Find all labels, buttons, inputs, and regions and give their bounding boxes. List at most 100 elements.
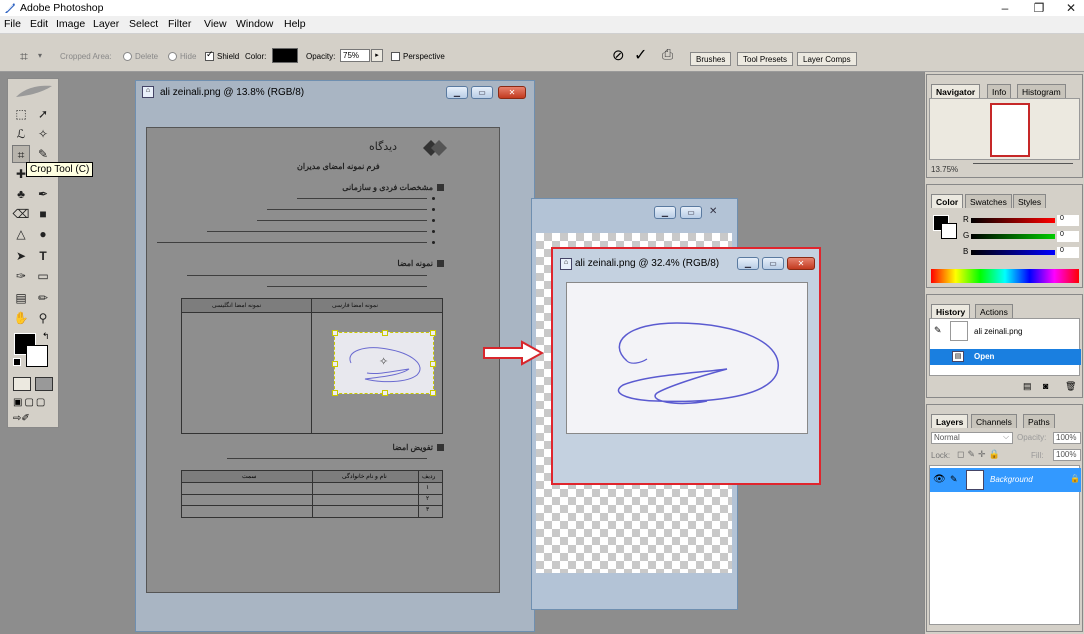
crop-handle[interactable] bbox=[382, 330, 388, 336]
notes-tool-icon[interactable]: ▤ bbox=[12, 289, 30, 307]
zoom-slider[interactable] bbox=[973, 163, 1073, 173]
info-tab[interactable]: Info bbox=[987, 84, 1012, 98]
navigator-view-box[interactable] bbox=[990, 103, 1030, 157]
crop-handle[interactable] bbox=[382, 390, 388, 396]
history-snapshot[interactable]: ali zeinali.png bbox=[974, 327, 1022, 336]
menu-view[interactable]: View bbox=[204, 18, 227, 30]
maximize-button[interactable]: ❐ bbox=[1024, 0, 1054, 16]
history-step-row[interactable]: ▤ Open bbox=[930, 349, 1081, 365]
menu-filter[interactable]: Filter bbox=[168, 18, 191, 30]
opacity-arrow-icon[interactable]: ▸ bbox=[371, 49, 383, 62]
layer-name[interactable]: Background bbox=[990, 475, 1033, 484]
standard-mode-icon[interactable] bbox=[13, 377, 31, 391]
clone-stamp-tool-icon[interactable]: ♣ bbox=[12, 185, 30, 203]
crop-handle[interactable] bbox=[332, 330, 338, 336]
move-tool-icon[interactable]: ➚ bbox=[34, 105, 52, 123]
pen-tool-icon[interactable]: ✑ bbox=[12, 267, 30, 285]
menu-layer[interactable]: Layer bbox=[93, 18, 119, 30]
perspective-checkbox[interactable] bbox=[391, 52, 400, 61]
bg-minimize-button[interactable]: ▁ bbox=[654, 206, 676, 219]
crop-minimize-button[interactable]: ▁ bbox=[737, 257, 759, 270]
main-window-titlebar[interactable]: ⌂ ali zeinali.png @ 13.8% (RGB/8) ▁ ▭ ✕ bbox=[136, 81, 534, 105]
document-canvas[interactable]: دیدگاه فرم نمونه امضای مدیران مشخصات فرد… bbox=[146, 127, 500, 593]
layer-row-background[interactable]: 👁 ✎ Background 🔒 bbox=[930, 468, 1081, 492]
crop-handle[interactable] bbox=[430, 330, 436, 336]
bg-maximize-button[interactable]: ▭ bbox=[680, 206, 702, 219]
cropped-document-window[interactable]: ⌂ ali zeinali.png @ 32.4% (RGB/8) ▁ ▭ ✕ bbox=[551, 247, 821, 485]
history-brush-tool-icon[interactable]: ✒ bbox=[34, 185, 52, 203]
swatches-tab[interactable]: Swatches bbox=[965, 194, 1012, 208]
actions-tab[interactable]: Actions bbox=[975, 304, 1013, 318]
eyedropper-tool-icon[interactable]: ✏ bbox=[34, 289, 52, 307]
type-tool-icon[interactable]: T bbox=[34, 247, 52, 265]
navigator-zoom[interactable]: 13.75% bbox=[931, 165, 958, 174]
shield-color-swatch[interactable] bbox=[272, 48, 298, 63]
channels-tab[interactable]: Channels bbox=[971, 414, 1017, 428]
gradient-tool-icon[interactable]: ■ bbox=[34, 205, 52, 223]
blend-dropdown-icon[interactable]: ⌵ bbox=[1003, 432, 1009, 442]
cancel-crop-icon[interactable]: ⊘ bbox=[612, 46, 625, 64]
main-minimize-button[interactable]: ▁ bbox=[446, 86, 468, 99]
brushes-tab[interactable]: Brushes bbox=[690, 52, 732, 66]
crop-handle[interactable] bbox=[430, 390, 436, 396]
color-tab[interactable]: Color bbox=[931, 194, 964, 208]
path-selection-tool-icon[interactable]: ➤ bbox=[12, 247, 30, 265]
main-document-window[interactable]: ⌂ ali zeinali.png @ 13.8% (RGB/8) ▁ ▭ ✕ … bbox=[135, 80, 535, 632]
layer-opacity-input[interactable]: 100% bbox=[1053, 432, 1081, 444]
brush-source-icon[interactable]: ✎ bbox=[934, 325, 942, 336]
menu-file[interactable]: File bbox=[4, 18, 21, 30]
new-document-from-state-icon[interactable]: ▤ bbox=[1023, 381, 1032, 392]
r-slider[interactable] bbox=[971, 218, 1055, 223]
bg-close-icon[interactable]: ✕ bbox=[709, 206, 717, 217]
g-value[interactable]: 0 bbox=[1057, 231, 1079, 242]
crop-handle[interactable] bbox=[332, 390, 338, 396]
blur-tool-icon[interactable]: △ bbox=[12, 225, 30, 243]
hide-radio[interactable] bbox=[168, 52, 177, 61]
background-color-swatch[interactable] bbox=[26, 345, 48, 367]
lasso-tool-icon[interactable]: ℒ bbox=[12, 125, 30, 143]
crop-tool-icon[interactable]: ⌗ bbox=[12, 145, 30, 163]
crop-handle[interactable] bbox=[430, 361, 436, 367]
menu-select[interactable]: Select bbox=[129, 18, 158, 30]
histogram-tab[interactable]: Histogram bbox=[1017, 84, 1066, 98]
main-maximize-button[interactable]: ▭ bbox=[471, 86, 493, 99]
layers-tab[interactable]: Layers bbox=[931, 414, 969, 428]
navigator-tab[interactable]: Navigator bbox=[931, 84, 981, 98]
navigator-preview[interactable] bbox=[929, 98, 1080, 160]
color-background-swatch[interactable] bbox=[941, 223, 957, 239]
layer-comps-tab[interactable]: Layer Comps bbox=[797, 52, 857, 66]
menu-image[interactable]: Image bbox=[56, 18, 85, 30]
menu-edit[interactable]: Edit bbox=[30, 18, 48, 30]
slice-tool-icon[interactable]: ✎ bbox=[34, 145, 52, 163]
styles-tab[interactable]: Styles bbox=[1013, 194, 1047, 208]
swap-colors-icon[interactable]: ↰ bbox=[42, 331, 50, 342]
crop-close-button[interactable]: ✕ bbox=[787, 257, 815, 270]
opacity-input[interactable]: 75% bbox=[340, 49, 370, 62]
default-colors-icon[interactable] bbox=[13, 358, 21, 366]
blend-mode-select[interactable]: Normal bbox=[931, 432, 1013, 444]
dodge-tool-icon[interactable]: ● bbox=[34, 225, 52, 243]
minimize-button[interactable]: – bbox=[990, 0, 1020, 16]
crop-tool-preset-icon[interactable]: ⌗ bbox=[20, 48, 28, 65]
palette-well-icon[interactable]: ⎙ bbox=[662, 46, 673, 63]
hand-tool-icon[interactable]: ✋ bbox=[12, 309, 30, 327]
paths-tab[interactable]: Paths bbox=[1023, 414, 1055, 428]
commit-crop-icon[interactable]: ✓ bbox=[634, 45, 647, 65]
jump-to-imageready-icon[interactable]: ⇨✐ bbox=[13, 413, 53, 425]
delete-radio[interactable] bbox=[123, 52, 132, 61]
menu-window[interactable]: Window bbox=[236, 18, 273, 30]
preset-dropdown-arrow-icon[interactable]: ▾ bbox=[38, 51, 42, 60]
shape-tool-icon[interactable]: ▭ bbox=[34, 267, 52, 285]
b-slider[interactable] bbox=[971, 250, 1055, 255]
close-button[interactable]: ✕ bbox=[1056, 0, 1084, 16]
trash-icon[interactable]: 🗑 bbox=[1065, 381, 1076, 392]
crop-maximize-button[interactable]: ▭ bbox=[762, 257, 784, 270]
marquee-tool-icon[interactable]: ⬚ bbox=[12, 105, 30, 123]
layer-fill-input[interactable]: 100% bbox=[1053, 449, 1081, 461]
main-close-button[interactable]: ✕ bbox=[498, 86, 526, 99]
crop-handle[interactable] bbox=[332, 361, 338, 367]
lock-options-icons[interactable]: ◻✎✛🔒 bbox=[957, 449, 1003, 460]
magic-wand-tool-icon[interactable]: ✧ bbox=[34, 125, 52, 143]
zoom-tool-icon[interactable]: ⚲ bbox=[34, 309, 52, 327]
visibility-eye-icon[interactable]: 👁 bbox=[933, 474, 946, 485]
